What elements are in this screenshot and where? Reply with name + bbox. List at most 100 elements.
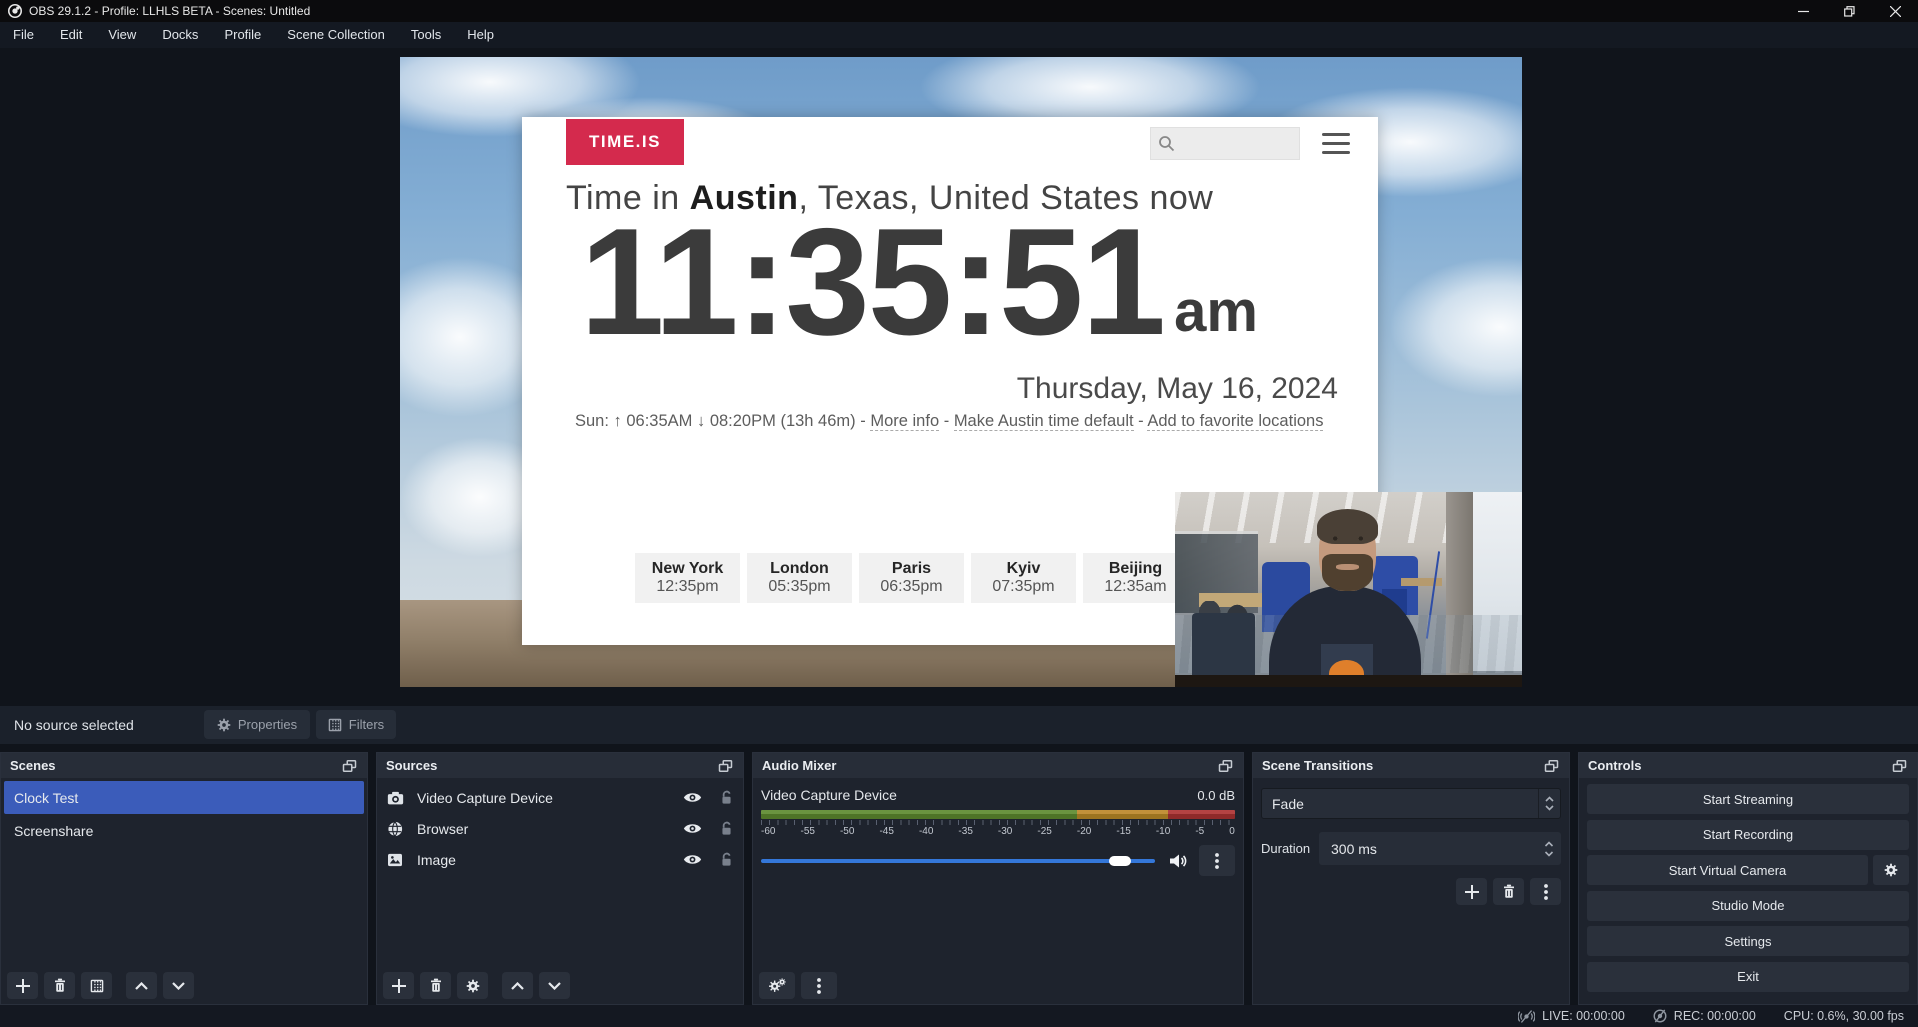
scene-list: Clock Test Screenshare (1, 778, 367, 847)
close-button[interactable] (1872, 0, 1918, 22)
meter-tick-ruler (761, 820, 1235, 825)
scene-down-button[interactable] (163, 972, 194, 999)
menu-help[interactable]: Help (454, 22, 507, 48)
properties-button[interactable]: Properties (204, 710, 310, 739)
start-streaming-button[interactable]: Start Streaming (1587, 784, 1909, 814)
desk-edge (1175, 675, 1522, 687)
meter-tick-label: -5 (1195, 826, 1204, 837)
meter-tick-label: -30 (998, 826, 1012, 837)
lock-icon[interactable] (720, 790, 733, 805)
scenes-panel: Scenes Clock Test Screenshare (0, 752, 368, 1005)
remove-scene-button[interactable] (44, 972, 75, 999)
rec-time: REC: 00:00:00 (1674, 1009, 1756, 1023)
scene-transitions-panel: Scene Transitions Fade Duration 300 ms (1252, 752, 1570, 1005)
separator: - (1138, 412, 1144, 430)
source-down-button[interactable] (539, 972, 570, 999)
dropdown-arrows-icon[interactable] (1538, 789, 1560, 818)
controls-panel: Controls Start Streaming Start Recording… (1578, 752, 1918, 1005)
menu-edit[interactable]: Edit (47, 22, 95, 48)
separator: - (860, 412, 866, 430)
scene-filters-button[interactable] (81, 972, 112, 999)
menu-view[interactable]: View (95, 22, 149, 48)
menu-docks[interactable]: Docks (149, 22, 211, 48)
transition-menu-button[interactable] (1530, 878, 1561, 905)
popout-icon[interactable] (1216, 758, 1234, 774)
virtual-camera-config-button[interactable] (1873, 855, 1909, 885)
clock-display: 11:35:51 am (580, 203, 1340, 363)
scene-item-clock-test[interactable]: Clock Test (4, 781, 364, 814)
visibility-eye-icon[interactable] (683, 791, 702, 804)
studio-mode-button[interactable]: Studio Mode (1587, 891, 1909, 921)
popout-icon[interactable] (1542, 758, 1560, 774)
transition-dropdown[interactable]: Fade (1261, 788, 1561, 819)
city-time: 12:35pm (656, 578, 718, 596)
scene-up-button[interactable] (126, 972, 157, 999)
add-favorite-link: Add to favorite locations (1147, 412, 1323, 431)
visibility-eye-icon[interactable] (683, 822, 702, 835)
minimize-button[interactable] (1780, 0, 1826, 22)
kebab-icon (1215, 853, 1219, 869)
scene-item-screenshare[interactable]: Screenshare (4, 814, 364, 847)
filters-button[interactable]: Filters (316, 710, 396, 739)
popout-icon[interactable] (340, 758, 358, 774)
window-title: OBS 29.1.2 - Profile: LLHLS BETA - Scene… (29, 4, 310, 18)
restore-button[interactable] (1826, 0, 1872, 22)
rec-status: REC: 00:00:00 (1653, 1009, 1756, 1023)
menu-file[interactable]: File (0, 22, 47, 48)
duration-row: Duration 300 ms (1261, 832, 1561, 865)
add-transition-button[interactable] (1456, 878, 1487, 905)
spinner-arrows[interactable] (1537, 841, 1561, 857)
add-scene-button[interactable] (7, 972, 38, 999)
meter-tick-label: -60 (761, 826, 775, 837)
remove-transition-button[interactable] (1493, 878, 1524, 905)
duration-spinbox[interactable]: 300 ms (1319, 832, 1561, 865)
city-box: Paris 06:35pm (859, 553, 964, 603)
source-properties-button[interactable] (457, 972, 488, 999)
menu-scene-collection[interactable]: Scene Collection (274, 22, 398, 48)
double-gear-icon (769, 978, 786, 993)
separator: - (944, 412, 950, 430)
current-date: Thursday, May 16, 2024 (1017, 372, 1338, 406)
popout-icon[interactable] (1890, 758, 1908, 774)
live-status: LIVE: 00:00:00 (1518, 1009, 1625, 1023)
menu-profile[interactable]: Profile (211, 22, 274, 48)
timeis-logo: TIME.IS (566, 119, 684, 165)
transition-selected-value: Fade (1262, 796, 1538, 812)
popout-icon[interactable] (716, 758, 734, 774)
advanced-audio-button[interactable] (759, 972, 795, 999)
visibility-eye-icon[interactable] (683, 853, 702, 866)
volume-slider[interactable] (761, 859, 1155, 863)
source-row-image[interactable]: Image (377, 844, 743, 875)
transitions-body: Fade Duration 300 ms (1253, 778, 1569, 905)
lock-icon[interactable] (720, 852, 733, 867)
speaker-icon[interactable] (1169, 853, 1187, 869)
start-recording-button[interactable]: Start Recording (1587, 820, 1909, 850)
clock-meridiem: am (1174, 283, 1258, 341)
person-mouth (1336, 564, 1359, 570)
title-bar: OBS 29.1.2 - Profile: LLHLS BETA - Scene… (0, 0, 1918, 22)
city-box: Kyiv 07:35pm (971, 553, 1076, 603)
city-box: New York 12:35pm (635, 553, 740, 603)
source-row-video-capture[interactable]: Video Capture Device (377, 782, 743, 813)
city-name: Kyiv (1007, 560, 1041, 578)
preview-canvas[interactable]: TIME.IS Time in Austin, Texas, United St… (400, 57, 1522, 687)
volume-slider-handle[interactable] (1109, 856, 1131, 866)
exit-button[interactable]: Exit (1587, 962, 1909, 992)
audio-mixer-panel: Audio Mixer Video Capture Device 0.0 dB … (752, 752, 1244, 1005)
source-up-button[interactable] (502, 972, 533, 999)
meter-tick-label: -10 (1156, 826, 1170, 837)
settings-button[interactable]: Settings (1587, 926, 1909, 956)
image-icon (387, 853, 407, 867)
meter-tick-labels: -60 -55 -50 -45 -40 -35 -30 -25 -20 -15 … (761, 826, 1235, 837)
remove-source-button[interactable] (420, 972, 451, 999)
duration-value: 300 ms (1319, 841, 1537, 857)
lock-icon[interactable] (720, 821, 733, 836)
mixer-kebab-menu-button[interactable] (1199, 845, 1235, 876)
meter-tick-label: -50 (840, 826, 854, 837)
mixer-menu-button[interactable] (801, 972, 837, 999)
menu-tools[interactable]: Tools (398, 22, 454, 48)
source-row-browser[interactable]: Browser (377, 813, 743, 844)
source-label: Video Capture Device (417, 790, 683, 806)
add-source-button[interactable] (383, 972, 414, 999)
start-virtual-camera-button[interactable]: Start Virtual Camera (1587, 855, 1868, 885)
